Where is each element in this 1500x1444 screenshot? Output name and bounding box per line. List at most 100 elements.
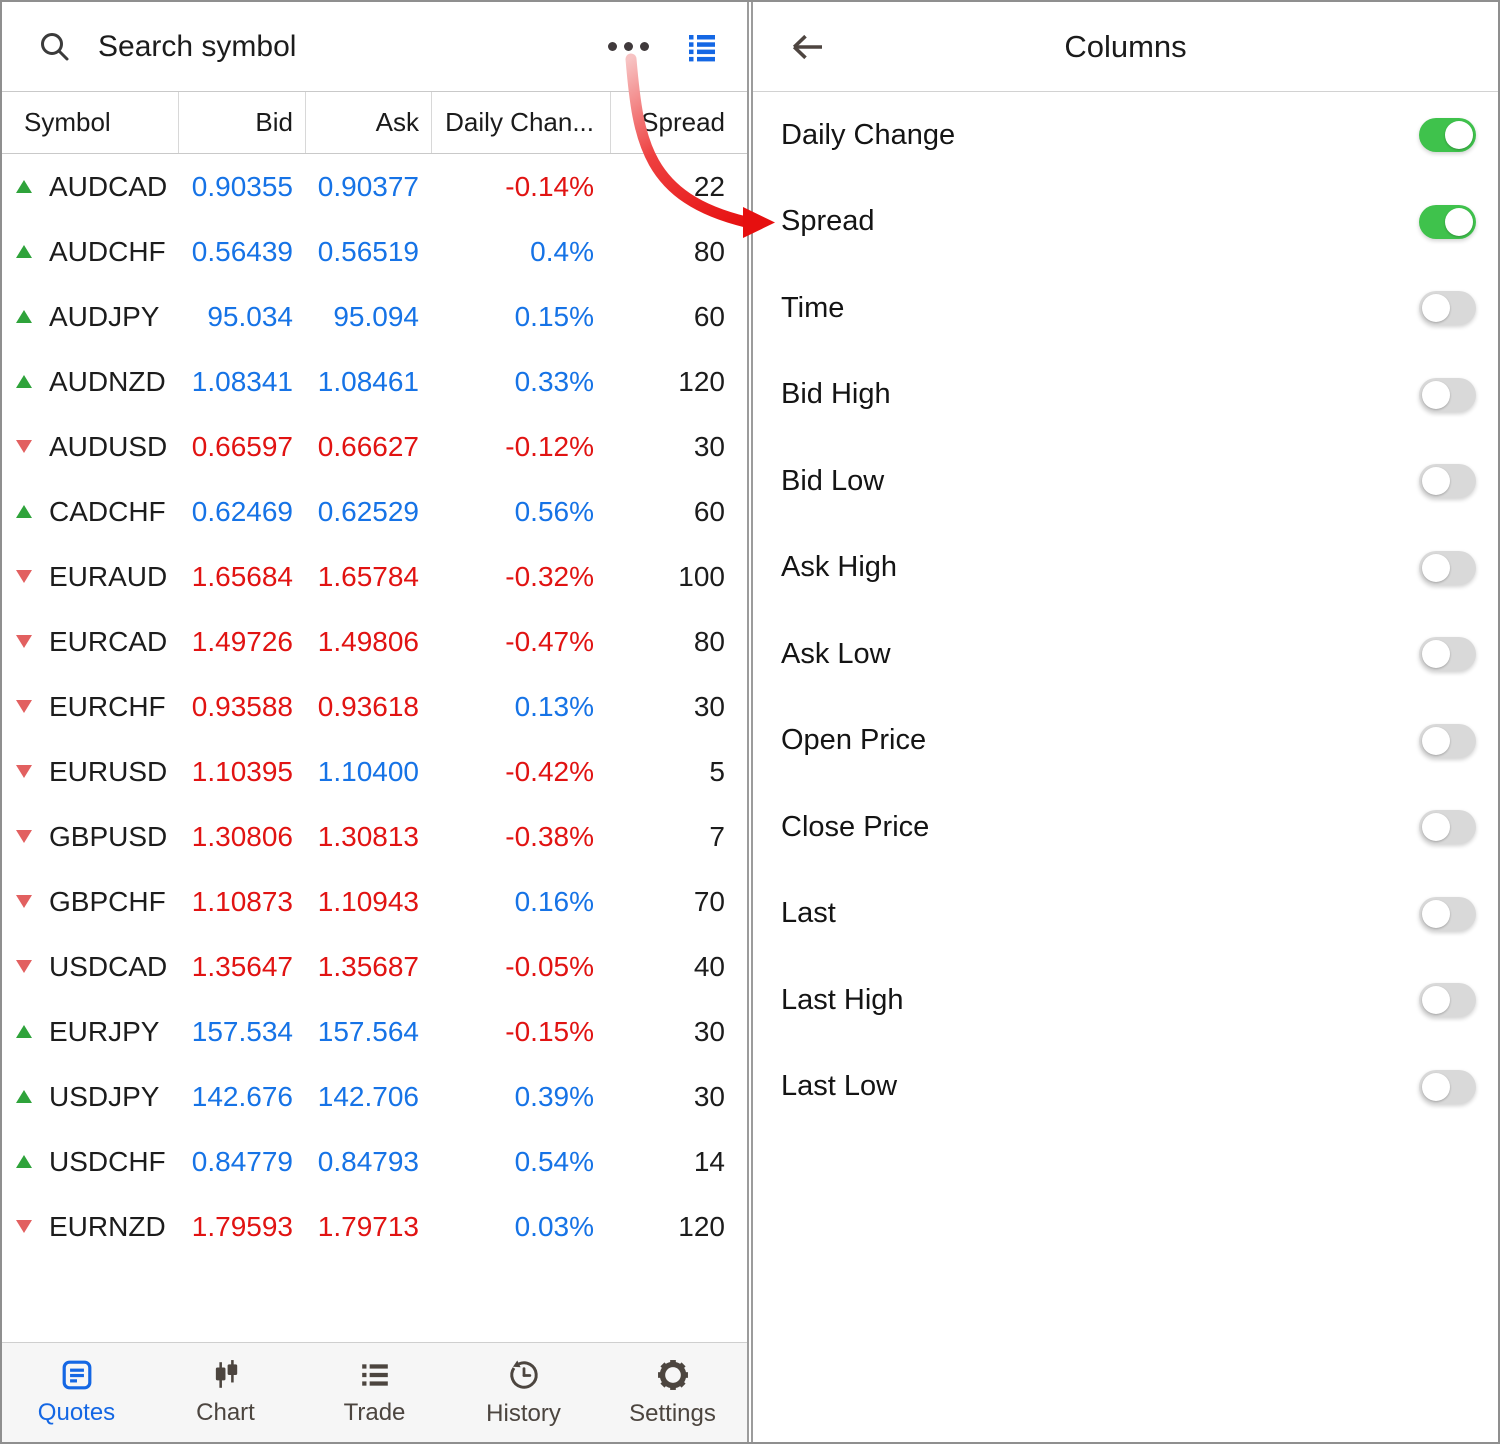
column-toggle-row-last-high[interactable]: Last High: [753, 957, 1498, 1044]
daily-change-value: 0.33%: [431, 366, 610, 398]
column-toggle-row-ask-low[interactable]: Ask Low: [753, 611, 1498, 698]
triangle-down-icon: [16, 440, 32, 453]
ask-value: 1.49806: [305, 626, 431, 658]
symbol-name: USDJPY: [49, 1081, 159, 1113]
quote-row[interactable]: AUDUSD 0.66597 0.66627 -0.12% 30: [2, 414, 747, 479]
quote-row[interactable]: EURUSD 1.10395 1.10400 -0.42% 5: [2, 739, 747, 804]
quote-row[interactable]: AUDJPY 95.034 95.094 0.15% 60: [2, 284, 747, 349]
nav-tab-trade[interactable]: Trade: [300, 1343, 449, 1442]
search-bar: [2, 2, 747, 92]
toggle-knob: [1422, 900, 1450, 928]
column-toggle-row-last-low[interactable]: Last Low: [753, 1044, 1498, 1131]
quote-row[interactable]: USDCAD 1.35647 1.35687 -0.05% 40: [2, 934, 747, 999]
symbol-name: USDCAD: [49, 951, 167, 983]
ask-value: 0.90377: [305, 171, 431, 203]
toggle-knob: [1422, 1073, 1450, 1101]
toggle-knob: [1422, 640, 1450, 668]
toggle-off[interactable]: [1419, 551, 1476, 585]
ask-value: 1.35687: [305, 951, 431, 983]
column-toggle-row-bid-low[interactable]: Bid Low: [753, 438, 1498, 525]
quote-row[interactable]: USDCHF 0.84779 0.84793 0.54% 14: [2, 1129, 747, 1194]
spread-value: 40: [610, 951, 747, 983]
quote-row[interactable]: GBPCHF 1.10873 1.10943 0.16% 70: [2, 869, 747, 934]
triangle-down-icon: [16, 960, 32, 973]
spread-value: 30: [610, 431, 747, 463]
columns-list: Daily Change Spread Time Bid High Bid Lo…: [753, 92, 1498, 1130]
quote-row[interactable]: AUDNZD 1.08341 1.08461 0.33% 120: [2, 349, 747, 414]
column-toggle-row-last[interactable]: Last: [753, 871, 1498, 958]
triangle-up-icon: [16, 1090, 32, 1103]
daily-change-value: -0.12%: [431, 431, 610, 463]
quote-row[interactable]: EURCAD 1.49726 1.49806 -0.47% 80: [2, 609, 747, 674]
triangle-down-icon: [16, 700, 32, 713]
bid-value: 95.034: [178, 301, 305, 333]
column-toggle-row-daily-change[interactable]: Daily Change: [753, 92, 1498, 179]
bid-value: 1.35647: [178, 951, 305, 983]
ask-value: 95.094: [305, 301, 431, 333]
quote-row[interactable]: CADCHF 0.62469 0.62529 0.56% 60: [2, 479, 747, 544]
toggle-off[interactable]: [1419, 897, 1476, 931]
nav-tab-quotes[interactable]: Quotes: [2, 1343, 151, 1442]
header-symbol: Symbol: [2, 92, 178, 153]
toggle-off[interactable]: [1419, 1070, 1476, 1104]
more-options-button[interactable]: [608, 42, 649, 51]
symbol-name: EURCAD: [49, 626, 167, 658]
daily-change-value: -0.42%: [431, 756, 610, 788]
nav-tab-history[interactable]: History: [449, 1343, 598, 1442]
ask-value: 1.30813: [305, 821, 431, 853]
toggle-on[interactable]: [1419, 205, 1476, 239]
columns-view-button[interactable]: [687, 32, 717, 62]
symbol-name: AUDCAD: [49, 171, 167, 203]
triangle-up-icon: [16, 505, 32, 518]
triangle-up-icon: [16, 1155, 32, 1168]
quote-row[interactable]: EURNZD 1.79593 1.79713 0.03% 120: [2, 1194, 747, 1259]
quote-row[interactable]: EURJPY 157.534 157.564 -0.15% 30: [2, 999, 747, 1064]
column-toggle-row-bid-high[interactable]: Bid High: [753, 352, 1498, 439]
toggle-on[interactable]: [1419, 118, 1476, 152]
toggle-off[interactable]: [1419, 983, 1476, 1017]
nav-tab-settings[interactable]: Settings: [598, 1343, 747, 1442]
ask-value: 142.706: [305, 1081, 431, 1113]
quote-row[interactable]: EURCHF 0.93588 0.93618 0.13% 30: [2, 674, 747, 739]
spread-value: 22: [610, 171, 747, 203]
quote-row[interactable]: GBPUSD 1.30806 1.30813 -0.38% 7: [2, 804, 747, 869]
nav-tab-chart[interactable]: Chart: [151, 1343, 300, 1442]
toggle-off[interactable]: [1419, 724, 1476, 758]
quote-row[interactable]: USDJPY 142.676 142.706 0.39% 30: [2, 1064, 747, 1129]
bid-value: 0.56439: [178, 236, 305, 268]
ask-value: 1.65784: [305, 561, 431, 593]
bid-value: 1.49726: [178, 626, 305, 658]
triangle-up-icon: [16, 375, 32, 388]
daily-change-value: 0.16%: [431, 886, 610, 918]
column-toggle-row-time[interactable]: Time: [753, 265, 1498, 352]
toggle-off[interactable]: [1419, 810, 1476, 844]
quote-row[interactable]: EURAUD 1.65684 1.65784 -0.32% 100: [2, 544, 747, 609]
toggle-off[interactable]: [1419, 291, 1476, 325]
quotes-icon: [61, 1359, 93, 1391]
toggle-off[interactable]: [1419, 378, 1476, 412]
quote-row[interactable]: AUDCHF 0.56439 0.56519 0.4% 80: [2, 219, 747, 284]
bid-value: 0.66597: [178, 431, 305, 463]
search-icon: [38, 30, 72, 64]
daily-change-value: 0.15%: [431, 301, 610, 333]
back-button[interactable]: [789, 2, 827, 91]
ask-value: 0.62529: [305, 496, 431, 528]
toggle-off[interactable]: [1419, 464, 1476, 498]
column-toggle-row-spread[interactable]: Spread: [753, 179, 1498, 266]
quote-row[interactable]: AUDCAD 0.90355 0.90377 -0.14% 22: [2, 154, 747, 219]
symbol-name: AUDCHF: [49, 236, 166, 268]
column-toggle-row-ask-high[interactable]: Ask High: [753, 525, 1498, 612]
trade-icon: [359, 1359, 391, 1391]
toggle-off[interactable]: [1419, 637, 1476, 671]
ask-value: 157.564: [305, 1016, 431, 1048]
column-toggle-row-open-price[interactable]: Open Price: [753, 698, 1498, 785]
toggle-knob: [1445, 121, 1473, 149]
column-toggle-row-close-price[interactable]: Close Price: [753, 784, 1498, 871]
column-label: Bid High: [781, 378, 891, 411]
daily-change-value: 0.39%: [431, 1081, 610, 1113]
triangle-down-icon: [16, 635, 32, 648]
symbol-name: EURAUD: [49, 561, 167, 593]
column-label: Ask Low: [781, 638, 891, 671]
search-input[interactable]: [96, 29, 608, 65]
settings-icon: [656, 1358, 690, 1392]
